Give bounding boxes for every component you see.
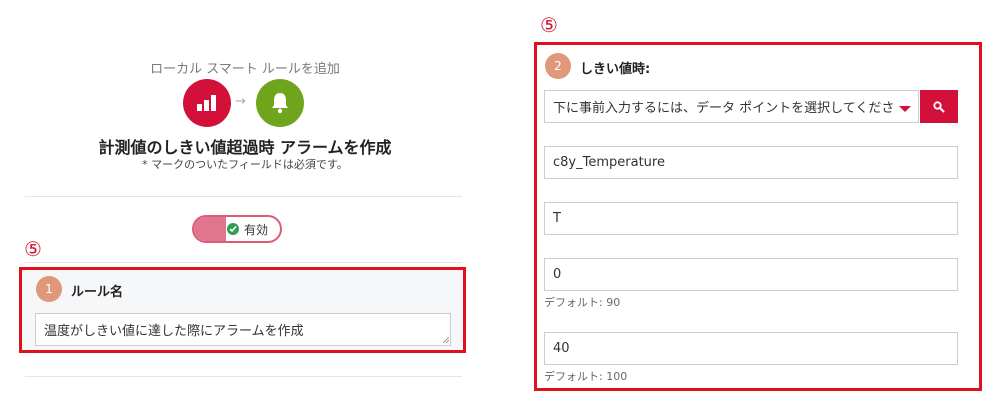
yellow-threshold-hint: デフォルト: 100 bbox=[544, 370, 628, 383]
annotation-marker: ⑤ bbox=[24, 237, 42, 261]
check-icon bbox=[227, 223, 239, 235]
series-input[interactable]: T bbox=[544, 202, 958, 235]
annotation-marker: ⑤ bbox=[540, 13, 558, 37]
bell-icon bbox=[272, 93, 288, 114]
alarm-icon-circle bbox=[256, 79, 304, 127]
measurement-icon-circle bbox=[183, 79, 231, 127]
step1-label: ルール名 bbox=[71, 285, 124, 300]
resize-handle-icon[interactable] bbox=[443, 337, 449, 343]
left-panel: ローカル スマート ルールを追加 → 計測値のしきい値超過時 アラームを作成 *… bbox=[0, 0, 490, 407]
dialog-subtitle: ローカル スマート ルールを追加 bbox=[150, 62, 340, 77]
fragment-input[interactable]: c8y_Temperature bbox=[544, 146, 958, 179]
divider bbox=[25, 376, 462, 377]
rule-name-input[interactable]: 温度がしきい値に達した際にアラームを作成 bbox=[35, 313, 451, 346]
step2-highlight-box: 2 しきい値時: 下に事前入力するには、データ ポイントを選択してくださ c8y… bbox=[534, 42, 982, 391]
toggle-label: 有効 bbox=[244, 223, 269, 237]
bar-chart-icon bbox=[197, 95, 216, 111]
yellow-threshold-input[interactable]: 40 bbox=[544, 332, 958, 365]
red-threshold-hint: デフォルト: 90 bbox=[544, 296, 621, 309]
step2-label: しきい値時: bbox=[580, 62, 651, 77]
divider bbox=[25, 196, 462, 197]
search-icon bbox=[933, 100, 945, 113]
step2-badge: 2 bbox=[545, 53, 571, 79]
active-toggle[interactable]: 有効 bbox=[192, 215, 282, 243]
required-note: * マークのついたフィールドは必須です。 bbox=[142, 158, 348, 171]
dialog-title: 計測値のしきい値超過時 アラームを作成 bbox=[98, 138, 392, 157]
red-threshold-input[interactable]: 0 bbox=[544, 258, 958, 291]
divider bbox=[25, 262, 462, 263]
step1-badge: 1 bbox=[36, 276, 62, 302]
search-button[interactable] bbox=[920, 90, 958, 123]
arrow-icon: → bbox=[235, 94, 246, 109]
toggle-track bbox=[194, 217, 226, 241]
step1-highlight-box: 1 ルール名 温度がしきい値に達した際にアラームを作成 bbox=[19, 267, 466, 353]
chevron-down-icon[interactable] bbox=[899, 106, 911, 112]
datapoint-select[interactable]: 下に事前入力するには、データ ポイントを選択してくださ bbox=[544, 90, 919, 123]
